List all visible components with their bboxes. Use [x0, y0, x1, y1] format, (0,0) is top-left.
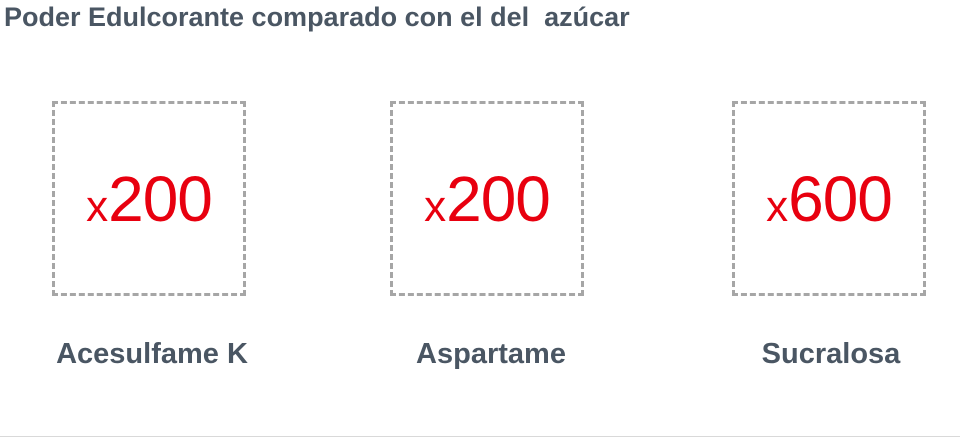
sweetener-card-aspartame: x 200: [390, 101, 584, 296]
multiplier-number: 600: [788, 162, 893, 235]
multiplier-number: 200: [446, 162, 551, 235]
bottom-divider: [0, 436, 960, 437]
sweetener-label-aspartame: Aspartame: [416, 338, 566, 370]
sweetness-value: x 600: [766, 162, 893, 235]
sweetness-value: x 200: [424, 162, 551, 235]
sweetener-card-sucralosa: x 600: [732, 101, 926, 296]
multiplier-prefix: x: [424, 181, 447, 231]
sweetener-label-acesulfame: Acesulfame K: [56, 338, 248, 370]
multiplier-number: 200: [108, 162, 213, 235]
multiplier-prefix: x: [86, 181, 109, 231]
sweetener-card-acesulfame: x 200: [52, 101, 246, 296]
sweetness-value: x 200: [86, 162, 213, 235]
sweetener-label-sucralosa: Sucralosa: [761, 338, 901, 370]
page-title: Poder Edulcorante comparado con el del a…: [4, 2, 630, 32]
multiplier-prefix: x: [766, 181, 789, 231]
